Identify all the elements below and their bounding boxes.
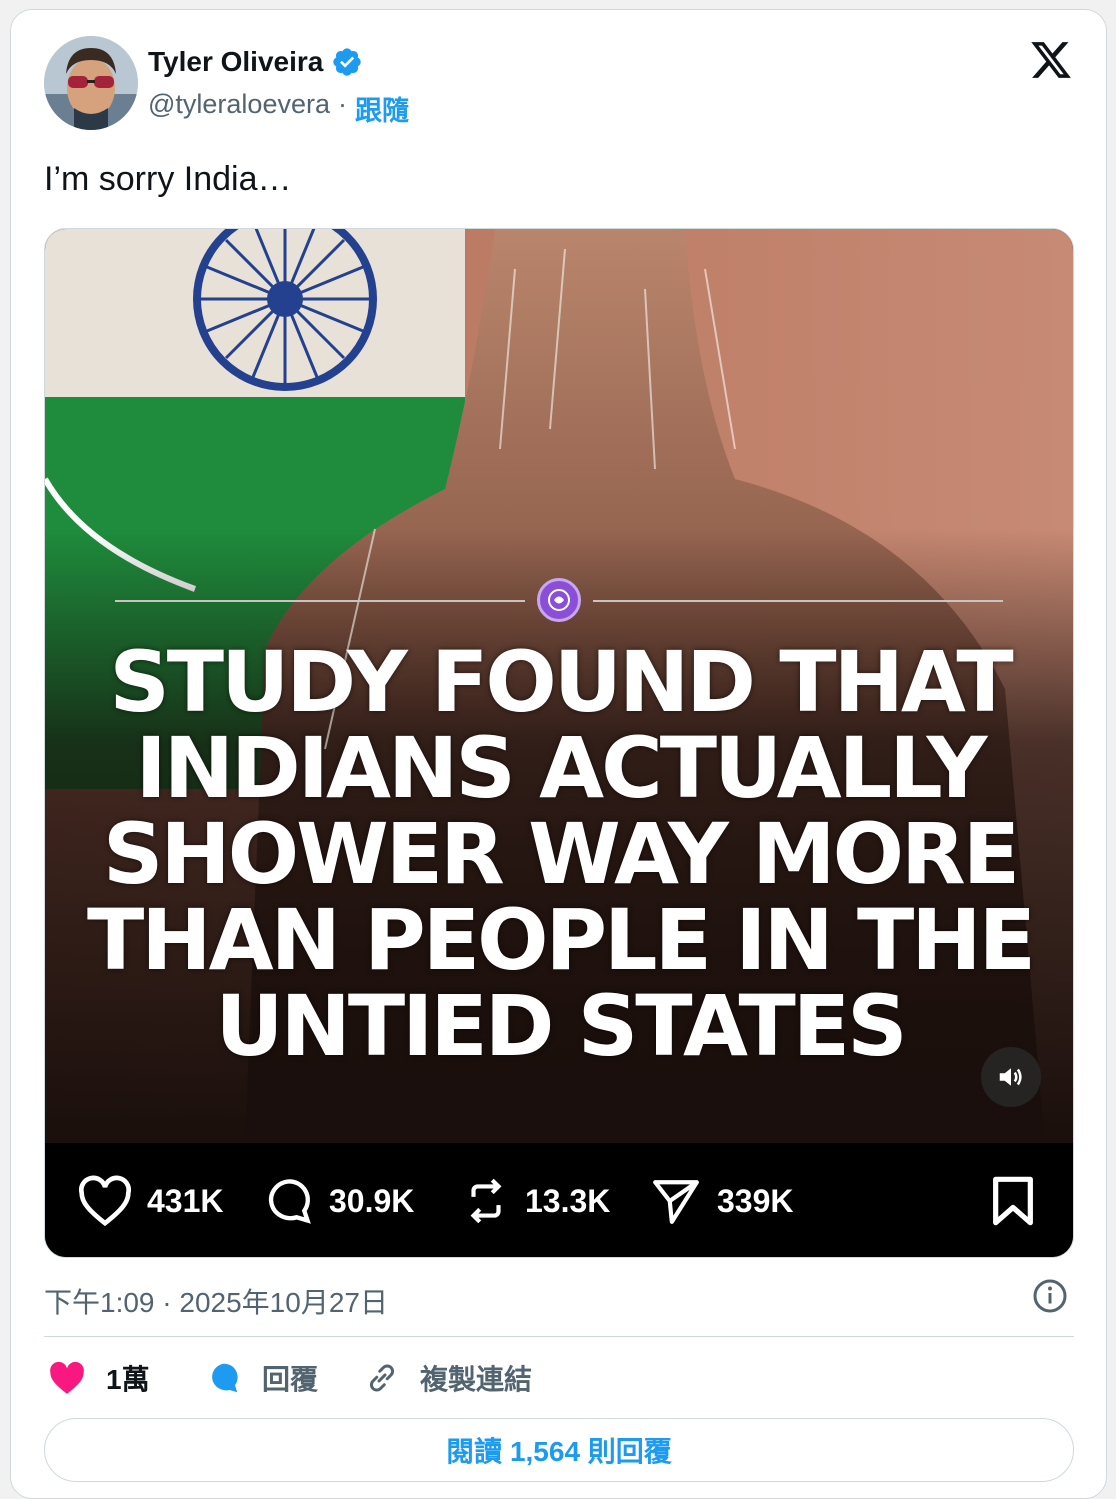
- like-action[interactable]: 1萬: [48, 1358, 150, 1398]
- media-comment-stat[interactable]: 30.9K: [261, 1175, 414, 1227]
- heart-outline-icon: [78, 1175, 132, 1227]
- media-repost-count: 13.3K: [525, 1182, 611, 1219]
- media-like-count: 431K: [147, 1182, 224, 1219]
- divider: [44, 1336, 1074, 1337]
- tweet-timestamp[interactable]: 下午1:09 · 2025年10月27日: [44, 1281, 388, 1321]
- comment-bubble-icon: [268, 1179, 311, 1224]
- separator-dot: ·: [338, 89, 347, 119]
- brand-logo-icon: [537, 578, 581, 622]
- media-comment-count: 30.9K: [329, 1182, 415, 1219]
- read-replies-button[interactable]: 閱讀 1,564 則回覆: [44, 1418, 1074, 1482]
- sound-toggle-button[interactable]: [981, 1047, 1041, 1107]
- speaker-icon: [999, 1068, 1022, 1086]
- media-share-stat[interactable]: 339K: [649, 1176, 794, 1226]
- divider-left: [115, 600, 525, 602]
- follow-button[interactable]: 跟隨: [355, 89, 409, 128]
- media-share-count: 339K: [717, 1182, 794, 1219]
- divider-right: [593, 600, 1003, 602]
- media-headline: STUDY FOUND THAT INDIANS ACTUALLY SHOWER…: [86, 633, 1036, 1075]
- reply-action[interactable]: 回覆: [204, 1358, 318, 1398]
- heart-filled-icon: [50, 1361, 84, 1394]
- author-name[interactable]: Tyler Oliveira: [148, 46, 323, 78]
- media-stats-bar: 431K 30.9K 13.3K 339K: [45, 1143, 1073, 1257]
- avatar[interactable]: [44, 36, 138, 130]
- repost-icon: [470, 1178, 502, 1224]
- handle-row: @tyleraloevera · 跟隨: [148, 89, 409, 128]
- verified-badge-icon: [333, 48, 362, 76]
- tweet-text: I’m sorry India…: [44, 160, 292, 198]
- send-icon: [653, 1180, 699, 1224]
- like-count: 1萬: [106, 1364, 150, 1395]
- reply-label: 回覆: [262, 1364, 319, 1395]
- link-icon: [369, 1364, 395, 1392]
- copy-link-label: 複製連結: [420, 1364, 533, 1395]
- media-like-stat[interactable]: 431K: [77, 1175, 224, 1227]
- copy-link-action[interactable]: 複製連結: [364, 1358, 532, 1398]
- reply-bubble-icon: [212, 1363, 238, 1393]
- x-logo-icon[interactable]: [1028, 38, 1074, 82]
- media-image: STUDY FOUND THAT INDIANS ACTUALLY SHOWER…: [45, 229, 1073, 1143]
- info-icon[interactable]: [1032, 1278, 1068, 1314]
- bookmark-icon[interactable]: [991, 1175, 1035, 1227]
- author-handle[interactable]: @tyleraloevera: [148, 89, 330, 128]
- tweet-media[interactable]: STUDY FOUND THAT INDIANS ACTUALLY SHOWER…: [44, 228, 1074, 1258]
- author-name-row: Tyler Oliveira: [148, 44, 363, 80]
- media-repost-stat[interactable]: 13.3K: [461, 1175, 610, 1227]
